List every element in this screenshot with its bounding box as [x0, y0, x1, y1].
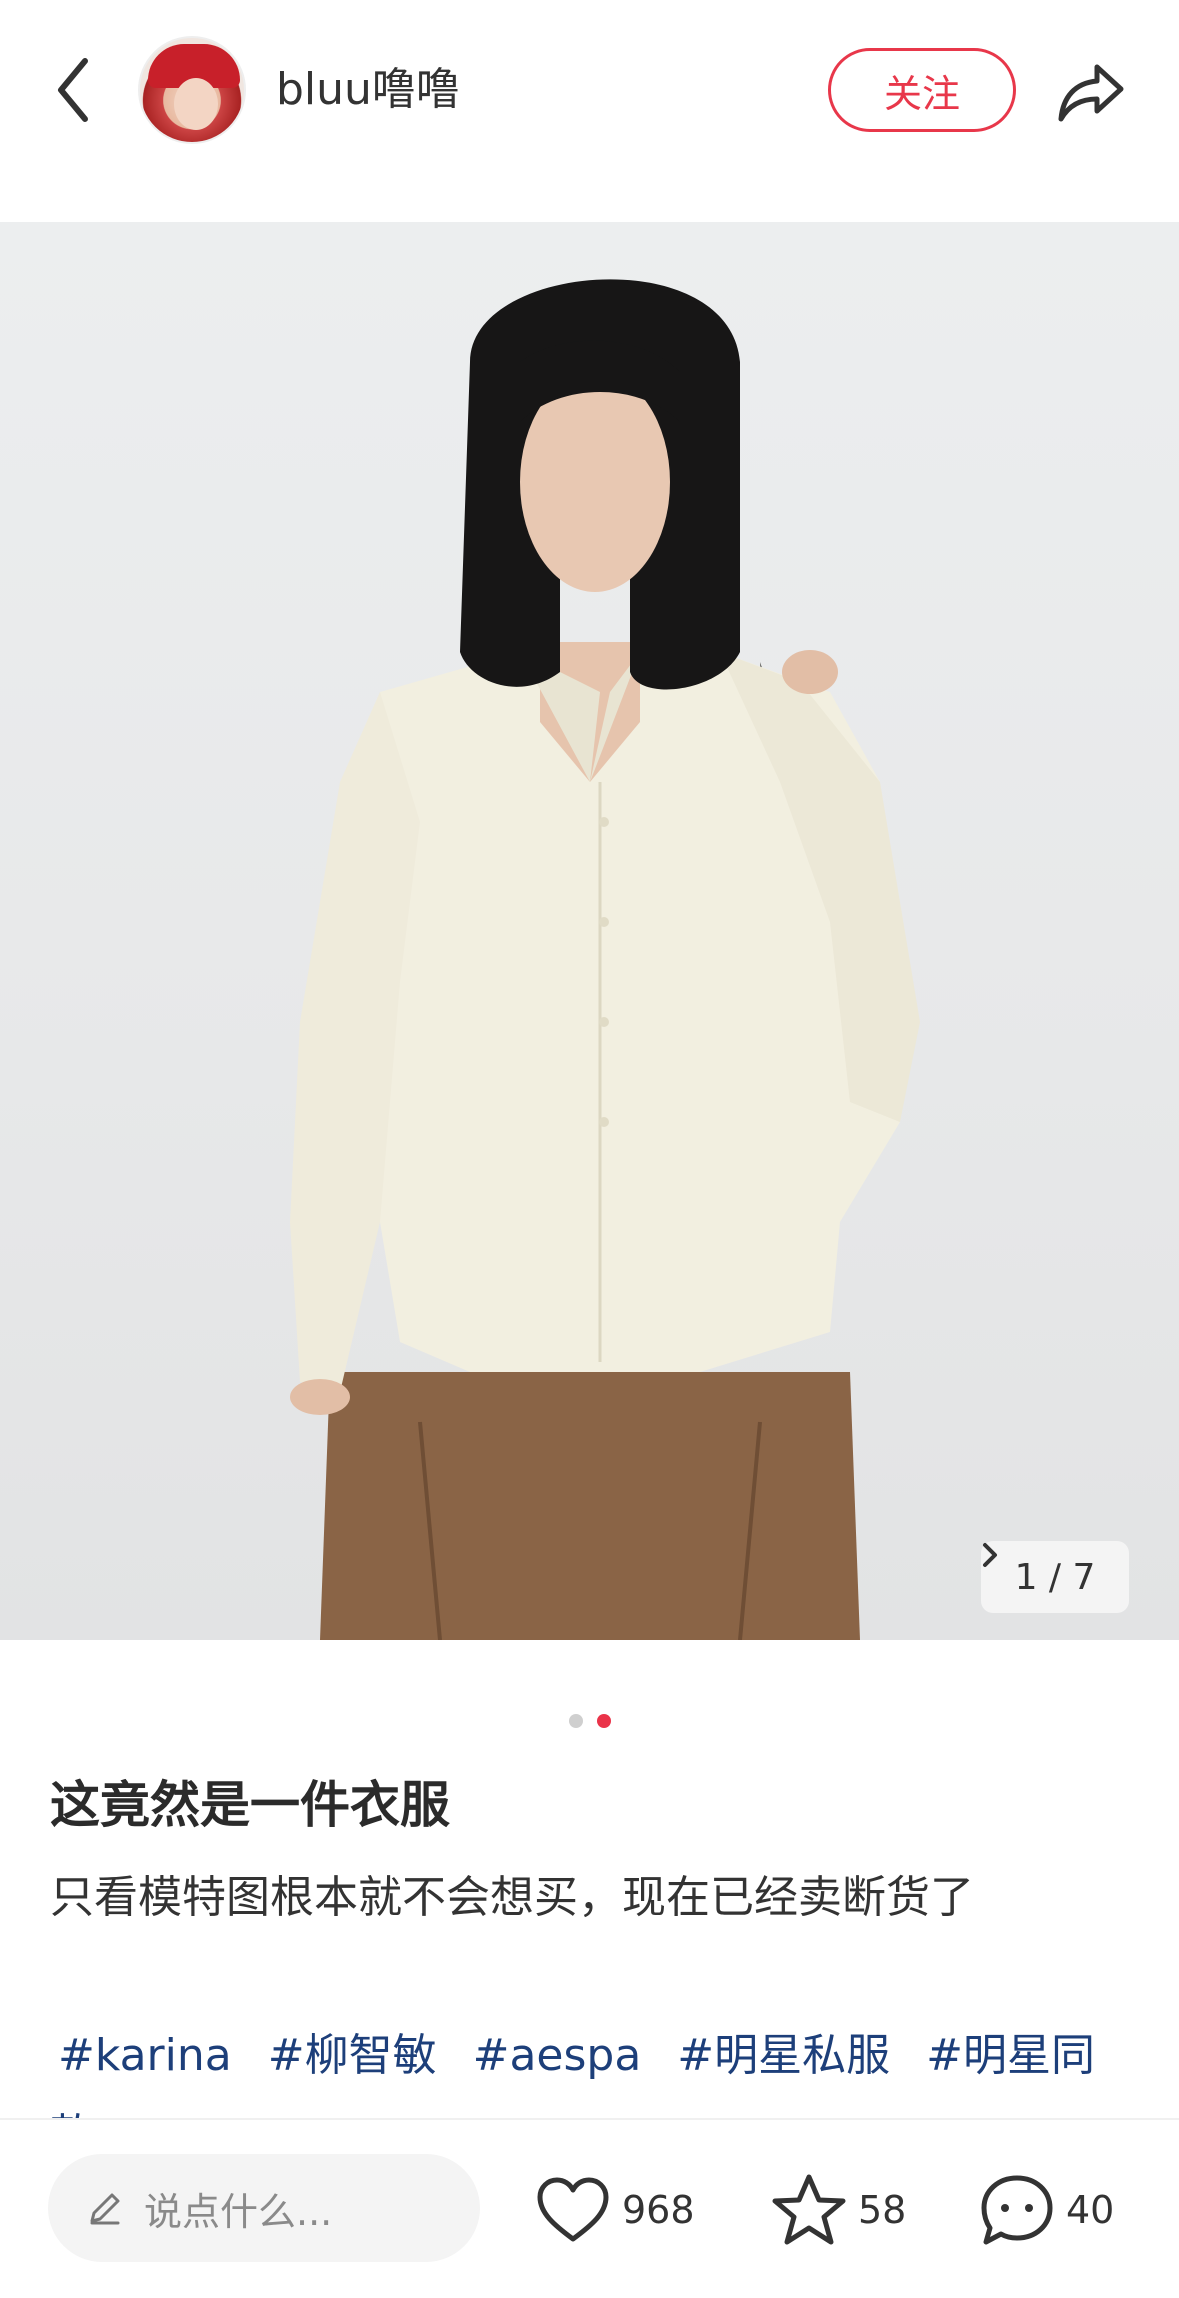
comment-placeholder: 说点什么...	[144, 2189, 333, 2234]
back-button[interactable]	[48, 50, 98, 130]
bottom-bar: 说点什么... 968 58 40	[0, 2118, 1179, 2298]
image-counter-text: 1 / 7	[1014, 1556, 1096, 1598]
follow-button[interactable]: 关注	[828, 48, 1016, 132]
comment-input[interactable]: 说点什么...	[48, 2154, 480, 2262]
star-icon	[772, 2174, 846, 2245]
share-arrow-icon	[1058, 64, 1124, 122]
post-image[interactable]: 1 / 7	[0, 222, 1179, 1640]
pencil-icon	[90, 2193, 120, 2225]
tag-karina[interactable]: #karina	[58, 2030, 232, 2081]
tag-aespa[interactable]: #aespa	[473, 2030, 642, 2081]
username[interactable]: bluu噜噜	[276, 62, 460, 118]
comment-button[interactable]: 40	[978, 2170, 1114, 2250]
tag-star-same[interactable]: #明星同	[926, 2030, 1095, 2081]
heart-icon	[537, 2177, 609, 2242]
model-photo	[290, 279, 920, 1640]
carousel-dots	[0, 1714, 1179, 1728]
avatar[interactable]	[138, 36, 246, 144]
favorite-button[interactable]: 58	[770, 2170, 906, 2250]
comment-bubble-icon	[981, 2175, 1053, 2245]
tag-liuzhimin[interactable]: #柳智敏	[268, 2030, 437, 2081]
tag-list: #karina #柳智敏 #aespa #明星私服 #明星同	[58, 2024, 1168, 2088]
share-button[interactable]	[1054, 54, 1130, 130]
carousel-dot[interactable]	[568, 1714, 583, 1728]
like-count: 968	[622, 2188, 695, 2232]
like-button[interactable]: 968	[534, 2170, 695, 2250]
tag-star-outfit[interactable]: #明星私服	[677, 2030, 890, 2081]
post-description: 只看模特图根本就不会想买，现在已经卖断货了	[50, 1872, 974, 1923]
carousel-dot-active[interactable]	[596, 1714, 611, 1728]
favorite-count: 58	[858, 2188, 907, 2232]
comment-count: 40	[1066, 2188, 1115, 2232]
post-title: 这竟然是一件衣服	[50, 1776, 450, 1834]
tag-overflow-text: 款	[50, 2104, 94, 2118]
image-counter[interactable]: 1 / 7	[981, 1541, 1129, 1613]
chevron-right-icon	[983, 1543, 997, 1567]
top-bar: bluu噜噜 关注	[0, 0, 1179, 210]
chevron-left-icon	[58, 58, 88, 122]
